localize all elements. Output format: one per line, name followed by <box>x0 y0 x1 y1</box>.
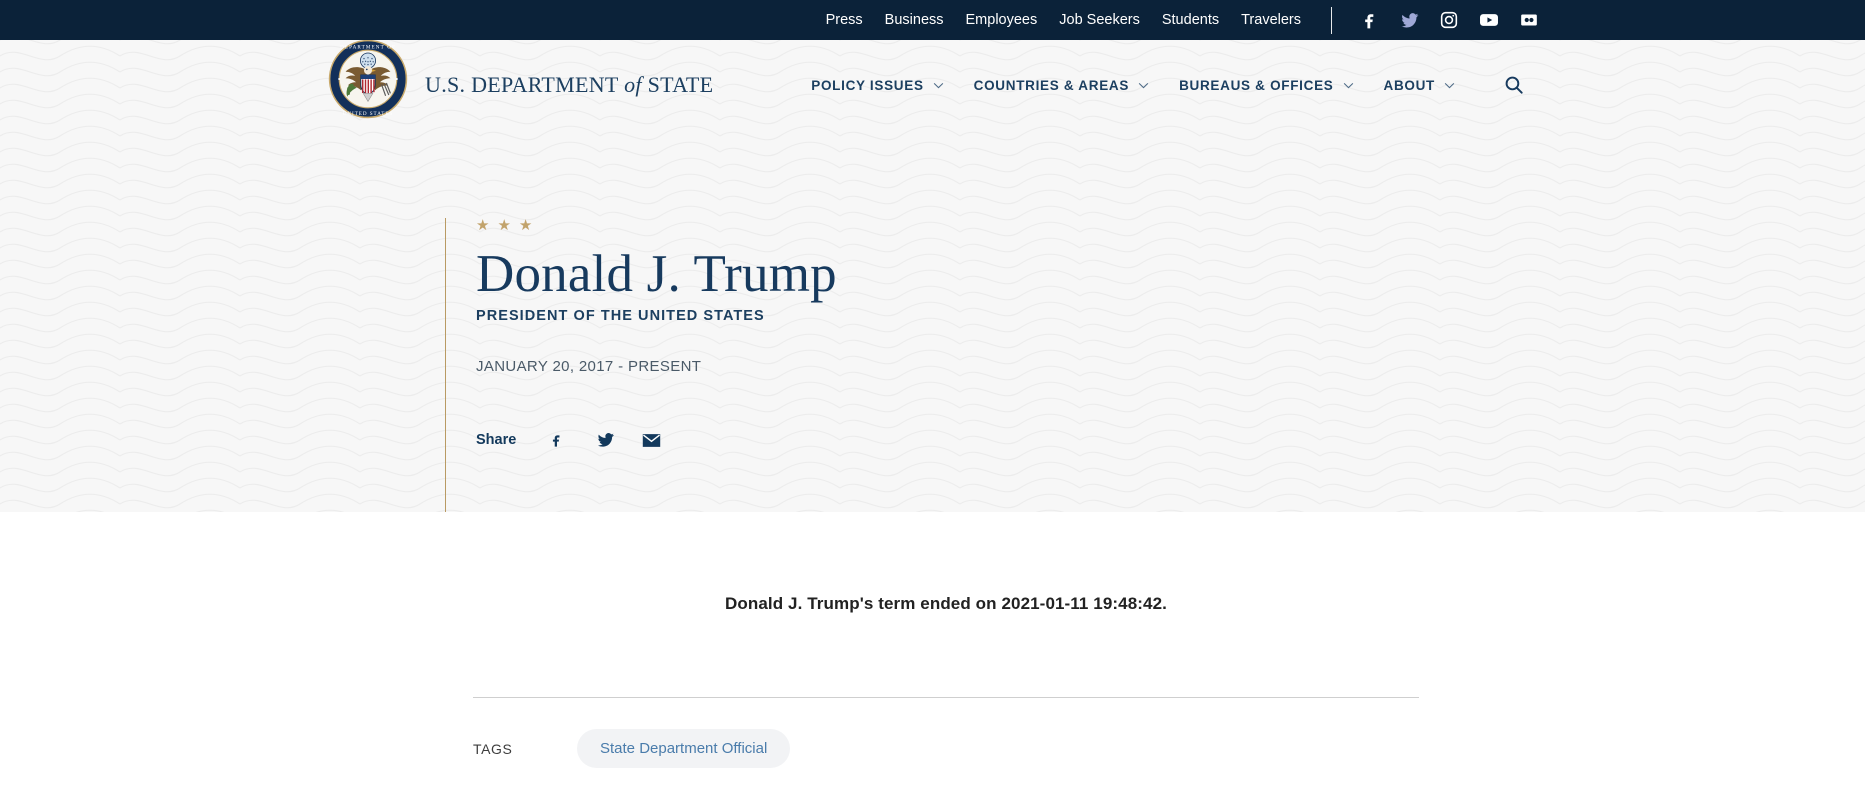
nav-about[interactable]: ABOUT <box>1384 72 1456 99</box>
star-icon: ★ <box>497 217 511 234</box>
tags-label: TAGS <box>473 740 513 757</box>
share-email-icon[interactable] <box>642 429 672 451</box>
nav-policy-issues[interactable]: POLICY ISSUES <box>811 72 943 99</box>
facebook-icon[interactable] <box>1358 9 1380 31</box>
utility-link-press[interactable]: Press <box>826 13 863 28</box>
social-links <box>1358 9 1540 31</box>
chevron-down-icon <box>1343 82 1353 88</box>
nav-bureaus-offices-label: BUREAUS & OFFICES <box>1179 77 1334 93</box>
instagram-icon[interactable] <box>1438 9 1460 31</box>
tags-row: TAGS State Department Official <box>473 729 1419 768</box>
chevron-down-icon <box>1138 82 1149 88</box>
utility-link-students[interactable]: Students <box>1162 13 1219 28</box>
utility-link-job-seekers[interactable]: Job Seekers <box>1059 13 1140 28</box>
youtube-icon[interactable] <box>1478 9 1500 31</box>
search-icon <box>1505 76 1523 94</box>
share-row: Share <box>476 429 837 451</box>
utility-bar: Press Business Employees Job Seekers Stu… <box>0 0 1865 40</box>
site-title: U.S. DEPARTMENT of STATE <box>425 72 713 98</box>
share-label: Share <box>476 432 517 449</box>
search-button[interactable] <box>1501 72 1527 98</box>
share-twitter-icon[interactable] <box>595 429 625 451</box>
great-seal-icon: DEPARTMENT OF UNITED STATES <box>328 40 408 119</box>
site-title-pre: U.S. DEPARTMENT <box>425 72 625 97</box>
person-role: PRESIDENT OF THE UNITED STATES <box>476 308 765 325</box>
share-facebook-icon[interactable] <box>548 429 578 451</box>
primary-nav: POLICY ISSUES COUNTRIES & AREAS BUREAUS … <box>811 72 1865 99</box>
site-header: DEPARTMENT OF UNITED STATES U.S. DEPARTM… <box>0 40 1865 130</box>
site-title-post: STATE <box>641 72 714 97</box>
utility-link-business[interactable]: Business <box>885 13 944 28</box>
utility-nav: Press Business Employees Job Seekers Stu… <box>826 13 1301 28</box>
nav-about-label: ABOUT <box>1383 77 1435 93</box>
page-title: Donald J. Trump <box>476 245 837 303</box>
star-decoration: ★ ★ ★ <box>476 218 837 233</box>
chevron-down-icon <box>933 82 943 88</box>
tag-state-department-official[interactable]: State Department Official <box>577 729 791 768</box>
utility-link-employees[interactable]: Employees <box>966 13 1038 28</box>
site-logo-link[interactable]: DEPARTMENT OF UNITED STATES U.S. DEPARTM… <box>328 40 713 119</box>
nav-bureaus-offices[interactable]: BUREAUS & OFFICES <box>1179 72 1353 99</box>
svg-text:UNITED STATES: UNITED STATES <box>343 111 394 117</box>
article-divider <box>473 697 1419 698</box>
chevron-down-icon <box>1444 82 1455 88</box>
hero-masthead: DEPARTMENT OF UNITED STATES U.S. DEPARTM… <box>0 40 1865 512</box>
site-title-of: of <box>624 72 642 97</box>
star-icon: ★ <box>476 217 490 234</box>
flickr-icon[interactable] <box>1518 9 1540 31</box>
nav-countries-areas[interactable]: COUNTRIES & AREAS <box>974 72 1149 99</box>
twitter-icon[interactable] <box>1398 9 1420 31</box>
article-body: Donald J. Trump's term ended on 2021-01-… <box>725 594 1167 613</box>
utility-divider <box>1331 6 1332 34</box>
nav-countries-areas-label: COUNTRIES & AREAS <box>973 77 1130 93</box>
article-section: Donald J. Trump's term ended on 2021-01-… <box>0 512 1865 768</box>
person-term-dates: JANUARY 20, 2017 - PRESENT <box>476 358 702 376</box>
svg-text:DEPARTMENT OF: DEPARTMENT OF <box>340 45 396 51</box>
hero-content: ★ ★ ★ Donald J. Trump PRESIDENT OF THE U… <box>445 218 837 512</box>
utility-link-travelers[interactable]: Travelers <box>1241 13 1301 28</box>
star-icon: ★ <box>518 217 533 234</box>
nav-policy-issues-label: POLICY ISSUES <box>811 77 924 93</box>
